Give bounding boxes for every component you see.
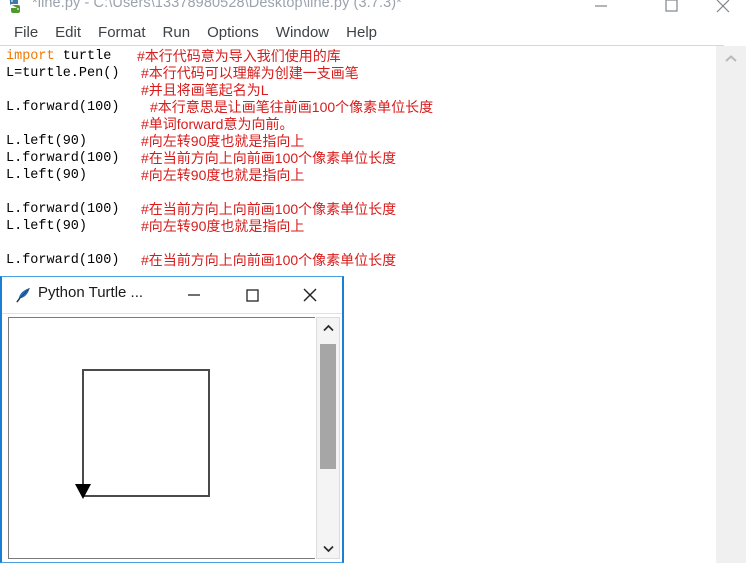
code-comment: #在当前方向上向前画100个像素单位长度 — [141, 150, 397, 166]
code-text: turtle — [54, 49, 112, 64]
menu-item-window[interactable]: Window — [268, 23, 338, 42]
chevron-up-icon[interactable] — [716, 46, 746, 72]
idle-menubar: File Edit Format Run Options Window Help — [0, 20, 746, 44]
code-text: L=turtle.Pen() — [6, 66, 120, 81]
idle-minimize-button[interactable] — [578, 0, 624, 16]
turtle-vertical-scrollbar[interactable] — [316, 317, 340, 559]
code-comment: #本行代码意为导入我们使用的库 — [137, 48, 341, 64]
code-comment: #本行意思是让画笔往前画100个像素单位长度 — [150, 99, 434, 115]
turtle-drawing-canvas[interactable] — [8, 317, 315, 559]
turtle-minimize-button[interactable] — [172, 277, 216, 312]
code-line: L.forward(100) — [6, 150, 119, 167]
chevron-down-icon[interactable] — [317, 538, 339, 558]
code-line: L.forward(100) — [6, 99, 119, 116]
turtle-titlebar[interactable]: Python Turtle ... — [2, 277, 342, 314]
code-line: L.forward(100) — [6, 201, 119, 218]
code-text: L.forward(100) — [6, 253, 120, 268]
code-text: L.forward(100) — [6, 151, 120, 166]
code-line: L.left(90) — [6, 133, 87, 150]
code-text: L.left(90) — [6, 168, 88, 183]
menu-item-options[interactable]: Options — [199, 23, 268, 42]
code-comment: #在当前方向上向前画100个像素单位长度 — [141, 252, 397, 268]
idle-title-text: *line.py - C:\Users\13378980528\Desktop\… — [32, 0, 402, 11]
code-comment: #向左转90度也就是指向上 — [141, 218, 305, 234]
scroll-thumb[interactable] — [320, 344, 336, 469]
code-comment: #单词forward意为向前。 — [141, 116, 294, 132]
code-comment: #向左转90度也就是指向上 — [141, 167, 305, 183]
code-text: L.left(90) — [6, 134, 88, 149]
code-comment: #本行代码可以理解为创建一支画笔 — [141, 65, 359, 81]
code-line: L.left(90) — [6, 218, 87, 235]
turtle-square-path — [82, 369, 210, 497]
code-keyword: import — [6, 49, 55, 64]
turtle-title-text: Python Turtle ... — [38, 284, 144, 301]
idle-close-button[interactable] — [700, 0, 746, 16]
code-text: L.left(90) — [6, 219, 88, 234]
idle-titlebar[interactable]: *line.py - C:\Users\13378980528\Desktop\… — [0, 0, 746, 18]
code-line: L=turtle.Pen() — [6, 65, 119, 82]
code-text: L.forward(100) — [6, 100, 120, 115]
idle-vertical-scrollbar[interactable] — [715, 46, 746, 563]
menu-item-edit[interactable]: Edit — [47, 23, 90, 42]
menu-item-run[interactable]: Run — [155, 23, 200, 42]
menu-item-format[interactable]: Format — [90, 23, 155, 42]
idle-scrollbar-track[interactable] — [716, 72, 746, 563]
menu-item-help[interactable]: Help — [338, 23, 386, 42]
chevron-up-icon[interactable] — [317, 318, 339, 338]
code-line: L.forward(100) — [6, 252, 119, 269]
turtle-maximize-button[interactable] — [230, 277, 274, 312]
menu-item-file[interactable]: File — [6, 23, 47, 42]
code-line: L.left(90) — [6, 167, 87, 184]
code-comment: #在当前方向上向前画100个像素单位长度 — [141, 201, 397, 217]
python-turtle-window: Python Turtle ... — [0, 276, 344, 563]
idle-maximize-button[interactable] — [648, 0, 694, 16]
code-comment: #并且将画笔起名为L — [141, 82, 269, 98]
turtle-close-button[interactable] — [288, 277, 332, 312]
code-text: L.forward(100) — [6, 202, 120, 217]
code-comment: #向左转90度也就是指向上 — [141, 133, 305, 149]
code-line: import turtle — [6, 48, 111, 65]
feather-icon — [15, 286, 33, 304]
editor-background-right — [344, 276, 716, 563]
python-idle-icon — [6, 0, 24, 14]
